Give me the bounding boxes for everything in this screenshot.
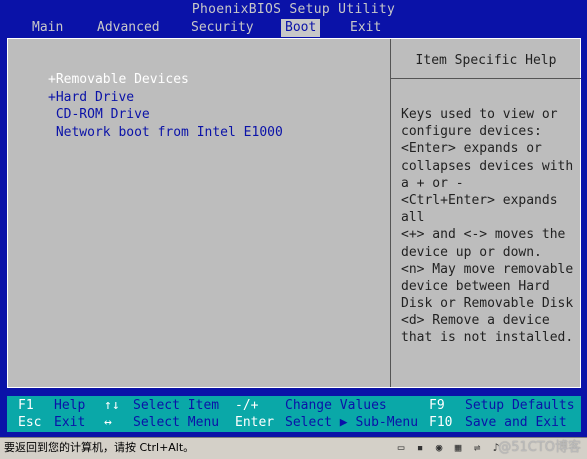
key-plusminus-desc: Change Values (285, 398, 387, 413)
bios-title: PhoenixBIOS Setup Utility (191, 2, 396, 17)
cdrom-icon[interactable]: ◉ (432, 441, 446, 455)
menu-security[interactable]: Security (187, 19, 258, 37)
help-title: Item Specific Help (415, 53, 557, 68)
release-hint-text: 要返回到您的计算机，请按 Ctrl+Alt。 (4, 441, 195, 454)
hard-disk-icon[interactable]: ▭ (394, 441, 408, 455)
vm-status-bar: 要返回到您的计算机，请按 Ctrl+Alt。 ▭ ▪ ◉ ▦ ⇌ ♪ @51CT… (0, 437, 587, 459)
boot-order-list: +Removable Devices +Hard Drive CD-ROM Dr… (48, 71, 283, 141)
key-updown-desc: Select Item (133, 398, 220, 413)
help-line: device between Hard (401, 278, 550, 294)
boot-item-network-boot[interactable]: Network boot from Intel E1000 (48, 124, 283, 142)
help-line: <Ctrl+Enter> expands (401, 192, 558, 208)
floppy-icon[interactable]: ▪ (413, 441, 427, 455)
key-legend-footer: F1 Help Esc Exit ↑↓ Select Item ↔ Select… (7, 396, 581, 432)
help-line: <n> May move removable (401, 261, 574, 277)
key-f10-desc: Save and Exit (465, 415, 567, 430)
help-line: that is not installed. (401, 330, 574, 346)
boot-item-removable-devices[interactable]: +Removable Devices (48, 71, 283, 89)
help-line: device up or down. (401, 244, 542, 260)
boot-panel: Item Specific Help +Removable Devices +H… (7, 38, 581, 388)
help-line: all (401, 210, 425, 226)
help-line: <+> and <-> moves the (401, 227, 566, 243)
help-text: Keys used to view or configure devices: … (401, 106, 579, 347)
menu-boot[interactable]: Boot (281, 19, 321, 37)
key-esc-desc: Exit (54, 415, 86, 430)
help-line: a + or - (401, 175, 464, 191)
menu-main[interactable]: Main (28, 19, 67, 37)
help-line: Keys used to view or (401, 107, 558, 122)
panel-divider (390, 39, 391, 387)
key-leftright-desc: Select Menu (133, 415, 220, 430)
help-line: <d> Remove a device (401, 313, 550, 329)
key-f1-desc: Help (54, 398, 86, 413)
menu-exit[interactable]: Exit (346, 19, 385, 37)
help-divider (391, 78, 581, 79)
key-enter-desc: Select ▶ Sub-Menu (285, 415, 419, 430)
bios-screen: PhoenixBIOS Setup Utility Main Advanced … (0, 0, 587, 437)
boot-item-hard-drive[interactable]: +Hard Drive (48, 89, 283, 107)
key-esc: Esc (18, 415, 42, 430)
usb-icon[interactable]: ⇌ (470, 441, 484, 455)
boot-item-cdrom-drive[interactable]: CD-ROM Drive (48, 106, 283, 124)
menu-advanced[interactable]: Advanced (93, 19, 164, 37)
help-line: collapses devices with (401, 158, 574, 174)
help-line: Disk or Removable Disk (401, 296, 574, 312)
key-enter: Enter (235, 415, 275, 430)
help-line: configure devices: (401, 124, 542, 140)
key-leftright-arrows-icon: ↔ (104, 415, 112, 430)
key-f9: F9 (429, 398, 445, 413)
help-line: <Enter> expands or (401, 141, 542, 157)
key-plusminus: -/+ (235, 398, 259, 413)
device-tray: ▭ ▪ ◉ ▦ ⇌ ♪ (394, 441, 503, 455)
key-f10: F10 (429, 415, 453, 430)
bios-menubar: Main Advanced Security Boot Exit (0, 19, 587, 37)
site-watermark: @51CTO博客 (498, 440, 581, 455)
key-f9-desc: Setup Defaults (465, 398, 575, 413)
key-f1: F1 (18, 398, 34, 413)
network-icon[interactable]: ▦ (451, 441, 465, 455)
key-updown-arrows-icon: ↑↓ (104, 398, 120, 413)
